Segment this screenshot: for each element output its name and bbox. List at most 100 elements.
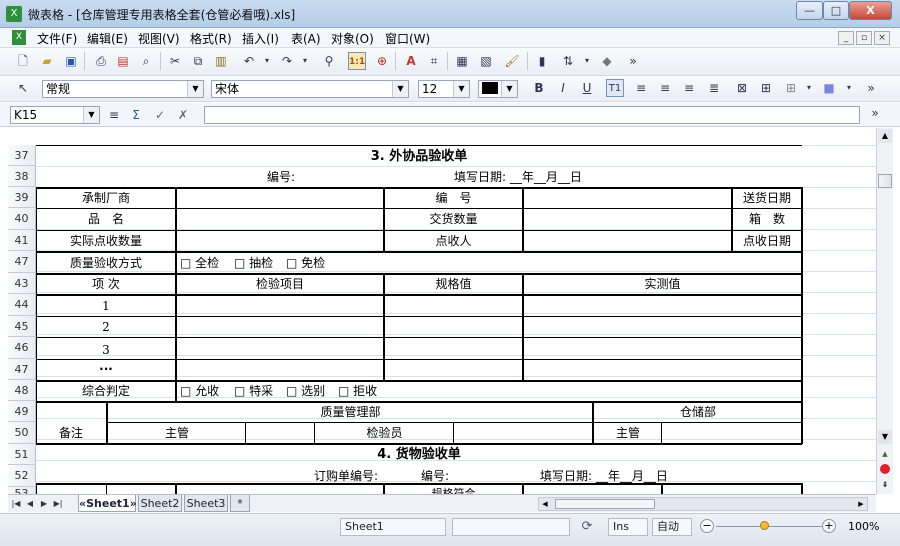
row-header-46[interactable]: 46 — [8, 337, 36, 359]
last-sheet-icon[interactable]: ▶| — [52, 497, 64, 511]
align-right-icon[interactable]: ≡ — [680, 79, 698, 97]
sort-icon[interactable]: ⇅ — [559, 52, 577, 70]
row-header-45[interactable]: 45 — [8, 316, 36, 337]
select-browse-object-icon[interactable] — [880, 464, 890, 474]
row-header-39[interactable]: 39 — [8, 187, 36, 208]
doc-minimize-button[interactable]: _ — [838, 31, 854, 45]
new-document-icon[interactable]: 🗋 — [14, 52, 32, 70]
scroll-left-icon[interactable]: ◀ — [539, 498, 551, 510]
sort-dropdown-icon[interactable]: ▾ — [578, 52, 596, 70]
zoom-in-icon[interactable]: + — [822, 519, 836, 533]
scroll-down-icon[interactable]: ▼ — [878, 430, 892, 444]
status-insert-mode[interactable]: Ins — [608, 518, 648, 536]
doc-restore-button[interactable]: ▫ — [856, 31, 872, 45]
row-header-49[interactable]: 49 — [8, 401, 36, 422]
underline-icon[interactable]: U — [578, 79, 596, 97]
row-header-47a[interactable]: 47 — [8, 251, 36, 273]
scroll-thumb[interactable] — [878, 174, 892, 188]
page-up-icon[interactable]: ▲ — [878, 448, 892, 460]
close-button[interactable]: X — [849, 1, 892, 20]
add-sheet-tab[interactable]: * — [230, 495, 250, 512]
border-dropdown-icon[interactable]: ▾ — [800, 79, 818, 97]
chart-icon[interactable]: ▮ — [533, 52, 551, 70]
status-calc-mode[interactable]: 自动 — [652, 518, 692, 536]
toolbar-overflow-icon[interactable]: » — [624, 52, 642, 70]
cell-style-select[interactable]: 常规 ▼ — [42, 80, 204, 98]
spreadsheet-grid[interactable]: 37 38 39 40 41 47 43 44 45 46 47 48 49 5… — [8, 128, 876, 494]
save-icon[interactable]: ▣ — [62, 52, 80, 70]
sheet-tab-sheet2[interactable]: Sheet2 — [138, 495, 182, 512]
row-header-40[interactable]: 40 — [8, 208, 36, 230]
text-box-icon[interactable]: A — [402, 52, 420, 70]
fill-color-icon[interactable]: ■ — [820, 79, 838, 97]
export-pdf-icon[interactable]: ▤ — [114, 52, 132, 70]
menu-object[interactable]: 对象(O) — [331, 30, 374, 47]
formula-overflow-icon[interactable]: » — [866, 104, 884, 122]
sheet-tab-sheet1[interactable]: «Sheet1» — [78, 495, 137, 512]
row-header-44[interactable]: 44 — [8, 294, 36, 316]
zoom-slider-thumb[interactable] — [760, 521, 769, 530]
text-layout-icon[interactable]: T1 — [606, 79, 624, 97]
toolbar-overflow-icon[interactable]: » — [862, 79, 880, 97]
table-icon[interactable]: ⌗ — [425, 52, 443, 70]
sheet-tab-sheet3[interactable]: Sheet3 — [184, 495, 228, 512]
fill-dropdown-icon[interactable]: ▾ — [840, 79, 858, 97]
select-pointer-icon[interactable]: ↖ — [14, 79, 32, 97]
horizontal-scroll-thumb[interactable] — [555, 499, 655, 509]
sync-icon[interactable]: ⟳ — [578, 518, 596, 536]
doc-close-button[interactable]: × — [874, 31, 890, 45]
copy-icon[interactable]: ⧉ — [189, 52, 207, 70]
justify-icon[interactable]: ≣ — [705, 79, 723, 97]
split-cells-icon[interactable]: ⊞ — [757, 79, 775, 97]
sum-icon[interactable]: Σ — [127, 106, 145, 124]
menu-insert[interactable]: 插入(I) — [242, 30, 279, 47]
menu-format[interactable]: 格式(R) — [190, 30, 232, 47]
italic-icon[interactable]: I — [554, 79, 572, 97]
format-painter-icon[interactable]: 🖌 — [503, 52, 521, 70]
formula-input[interactable] — [204, 106, 860, 124]
align-left-icon[interactable]: ≡ — [632, 79, 650, 97]
row-header-41[interactable]: 41 — [8, 230, 36, 251]
align-center-icon[interactable]: ≡ — [656, 79, 674, 97]
row-header-50[interactable]: 50 — [8, 422, 36, 444]
scroll-right-icon[interactable]: ▶ — [855, 498, 867, 510]
plugin-icon[interactable]: ◆ — [598, 52, 616, 70]
row-header-53[interactable]: 53 — [8, 487, 36, 494]
zoom-out-icon[interactable]: − — [700, 519, 714, 533]
open-folder-icon[interactable]: ▰ — [38, 52, 56, 70]
borders-icon[interactable]: ▦ — [453, 52, 471, 70]
font-family-select[interactable]: 宋体 ▼ — [211, 80, 409, 98]
paste-icon[interactable]: ▥ — [212, 52, 230, 70]
reject-entry-icon[interactable]: ✗ — [174, 106, 192, 124]
redo-dropdown-icon[interactable]: ▾ — [296, 52, 314, 70]
vertical-scrollbar[interactable]: ▲ ▼ ▲ ⇟ — [876, 128, 893, 494]
minimize-button[interactable]: — — [796, 1, 823, 20]
menu-window[interactable]: 窗口(W) — [385, 30, 430, 47]
font-color-select[interactable]: ▼ — [478, 80, 518, 98]
redo-icon[interactable]: ↷ — [278, 52, 296, 70]
next-sheet-icon[interactable]: ▶ — [38, 497, 50, 511]
menu-file[interactable]: 文件(F) — [37, 30, 77, 47]
menu-table[interactable]: 表(A) — [291, 30, 321, 47]
zoom-actual-size-icon[interactable]: 1:1 — [348, 52, 366, 70]
cell-reference-box[interactable]: K15 ▼ — [10, 106, 100, 124]
menu-edit[interactable]: 编辑(E) — [87, 30, 128, 47]
bold-icon[interactable]: B — [530, 79, 548, 97]
find-binoculars-icon[interactable]: ⚲ — [320, 52, 338, 70]
row-header-48[interactable]: 48 — [8, 380, 36, 401]
undo-dropdown-icon[interactable]: ▾ — [258, 52, 276, 70]
zoom-slider-track[interactable] — [716, 526, 822, 527]
undo-icon[interactable]: ↶ — [240, 52, 258, 70]
font-size-select[interactable]: 12 ▼ — [418, 80, 470, 98]
merge-cells-icon[interactable]: ⊠ — [733, 79, 751, 97]
menu-view[interactable]: 视图(V) — [138, 30, 180, 47]
maximize-button[interactable]: □ — [823, 1, 849, 20]
zoom-icon[interactable]: ⊕ — [373, 52, 391, 70]
accept-entry-icon[interactable]: ✓ — [151, 106, 169, 124]
first-sheet-icon[interactable]: |◀ — [10, 497, 22, 511]
row-header-47b[interactable]: 47 — [8, 359, 36, 380]
cell-border-icon[interactable]: ⊞ — [782, 79, 800, 97]
cancel-entry-icon[interactable]: ≡ — [105, 106, 123, 124]
print-icon[interactable]: ⎙ — [92, 52, 110, 70]
row-header-51[interactable]: 51 — [8, 444, 36, 465]
